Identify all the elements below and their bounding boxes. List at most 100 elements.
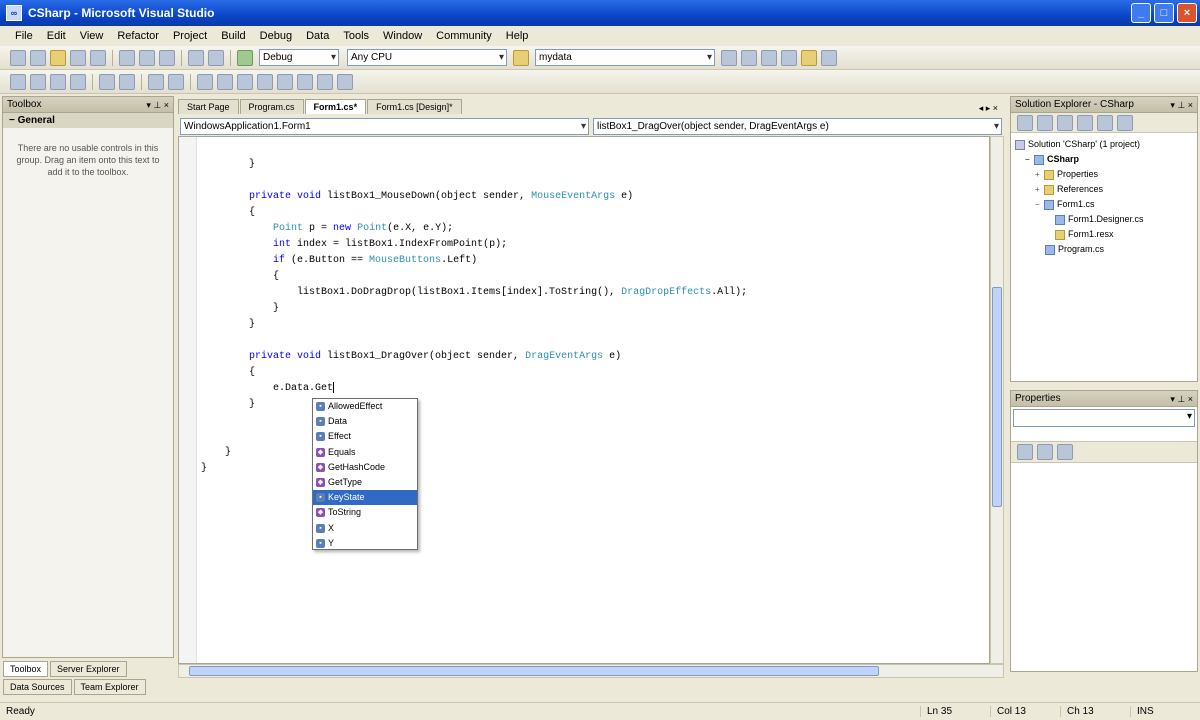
- add-item-icon[interactable]: [30, 49, 46, 66]
- menu-debug[interactable]: Debug: [253, 30, 299, 42]
- increase-indent-icon[interactable]: [119, 73, 135, 90]
- next-bookmark-in-document-icon[interactable]: [337, 73, 353, 90]
- new-project-icon[interactable]: [10, 49, 26, 66]
- menu-window[interactable]: Window: [376, 30, 429, 42]
- properties-window-icon[interactable]: [761, 49, 777, 66]
- toolbox-icon[interactable]: [801, 49, 817, 66]
- comment-lines-icon[interactable]: [148, 73, 164, 90]
- menu-community[interactable]: Community: [429, 30, 499, 42]
- member-dropdown[interactable]: listBox1_DragOver(object sender, DragEve…: [593, 117, 1002, 135]
- view-class-diagram-icon[interactable]: [1117, 114, 1133, 131]
- copy-icon[interactable]: [139, 49, 155, 66]
- tree-node-references[interactable]: + References: [1015, 182, 1193, 197]
- menu-tools[interactable]: Tools: [336, 30, 376, 42]
- menu-view[interactable]: View: [73, 30, 111, 42]
- categorized-icon[interactable]: [1017, 444, 1033, 460]
- redo-icon[interactable]: [208, 49, 224, 66]
- previous-bookmark-in-document-icon[interactable]: [317, 73, 333, 90]
- tree-node-form1-resx[interactable]: Form1.resx: [1015, 227, 1193, 242]
- open-file-icon[interactable]: [50, 49, 66, 66]
- tree-node-solution[interactable]: Solution 'CSharp' (1 project): [1015, 137, 1193, 152]
- intellisense-item[interactable]: ▪ AllowedEffect: [313, 399, 417, 414]
- menu-edit[interactable]: Edit: [40, 30, 73, 42]
- save-all-icon[interactable]: [90, 49, 106, 66]
- intellisense-item[interactable]: ▪ X: [313, 521, 417, 536]
- intellisense-item[interactable]: ◆ GetHashCode: [313, 460, 417, 475]
- object-selector[interactable]: [1013, 409, 1195, 427]
- start-page-icon[interactable]: [821, 49, 837, 66]
- tab-program-cs[interactable]: Program.cs: [239, 99, 304, 114]
- cut-icon[interactable]: [119, 49, 135, 66]
- menu-file[interactable]: File: [8, 30, 40, 42]
- type-dropdown[interactable]: WindowsApplication1.Form1: [180, 117, 589, 135]
- tree-node-project[interactable]: − CSharp: [1015, 152, 1193, 167]
- tree-node-properties[interactable]: + Properties: [1015, 167, 1193, 182]
- expand-icon[interactable]: +: [1035, 167, 1044, 182]
- previous-bookmark-icon[interactable]: [217, 73, 233, 90]
- scroll-thumb[interactable]: [189, 666, 879, 676]
- display-object-member-list-icon[interactable]: [10, 73, 26, 90]
- intellisense-item[interactable]: ◆ GetType: [313, 475, 417, 490]
- previous-bookmark-in-folder-icon[interactable]: [277, 73, 293, 90]
- intellisense-item[interactable]: ▪ Y: [313, 536, 417, 551]
- editor-horizontal-scrollbar[interactable]: [178, 664, 1004, 678]
- menu-project[interactable]: Project: [166, 30, 214, 42]
- pin-icon[interactable]: ▾ ⊥ ×: [1170, 391, 1193, 407]
- minimize-button[interactable]: _: [1131, 3, 1151, 23]
- menu-data[interactable]: Data: [299, 30, 336, 42]
- save-icon[interactable]: [70, 49, 86, 66]
- close-document-icon[interactable]: ◂ ▸ ×: [979, 103, 1004, 114]
- display-parameter-info-icon[interactable]: [30, 73, 46, 90]
- display-word-completion-icon[interactable]: [70, 73, 86, 90]
- tree-node-program[interactable]: Program.cs: [1015, 242, 1193, 257]
- start-debugging-icon[interactable]: [237, 49, 253, 66]
- undo-icon[interactable]: [188, 49, 204, 66]
- find-combo[interactable]: mydata: [535, 49, 715, 66]
- view-designer-icon[interactable]: [1097, 114, 1113, 131]
- uncomment-lines-icon[interactable]: [168, 73, 184, 90]
- close-button[interactable]: ×: [1177, 3, 1197, 23]
- display-quick-info-icon[interactable]: [50, 73, 66, 90]
- editor-vertical-scrollbar[interactable]: [990, 136, 1004, 664]
- decrease-indent-icon[interactable]: [99, 73, 115, 90]
- find-icon[interactable]: [513, 49, 529, 66]
- view-code-icon[interactable]: [1077, 114, 1093, 131]
- maximize-button[interactable]: □: [1154, 3, 1174, 23]
- menu-refactor[interactable]: Refactor: [110, 30, 166, 42]
- clear-bookmarks-icon[interactable]: [257, 73, 273, 90]
- properties-icon[interactable]: [1017, 114, 1033, 131]
- intellisense-item[interactable]: ◆ Equals: [313, 445, 417, 460]
- tab-toolbox[interactable]: Toolbox: [3, 661, 49, 677]
- tree-node-form1[interactable]: − Form1.cs: [1015, 197, 1193, 212]
- tab-team-explorer[interactable]: Team Explorer: [73, 679, 146, 695]
- toolbox-group-general[interactable]: − General: [3, 113, 173, 128]
- intellisense-item[interactable]: ▪ Effect: [313, 429, 417, 444]
- solution-explorer-icon[interactable]: [741, 49, 757, 66]
- scroll-thumb[interactable]: [992, 287, 1002, 507]
- intellisense-list[interactable]: ▪ AllowedEffect ▪ Data ▪ Effect ◆ Equals ◆ Ge…: [312, 398, 418, 550]
- intellisense-item[interactable]: ▪ Data: [313, 414, 417, 429]
- next-bookmark-icon[interactable]: [237, 73, 253, 90]
- intellisense-item-selected[interactable]: ▪ KeyState: [313, 490, 417, 506]
- code-editor[interactable]: } private void listBox1_MouseDown(object…: [178, 136, 990, 664]
- property-pages-icon[interactable]: [1057, 444, 1073, 460]
- find-in-files-icon[interactable]: [721, 49, 737, 66]
- toggle-bookmark-icon[interactable]: [197, 73, 213, 90]
- collapse-icon[interactable]: −: [1035, 197, 1044, 212]
- menu-build[interactable]: Build: [214, 30, 252, 42]
- tab-form1-design[interactable]: Form1.cs [Design]*: [367, 99, 462, 114]
- solution-platform-select[interactable]: Any CPU: [347, 49, 507, 66]
- show-all-files-icon[interactable]: [1037, 114, 1053, 131]
- next-bookmark-in-folder-icon[interactable]: [297, 73, 313, 90]
- alphabetical-icon[interactable]: [1037, 444, 1053, 460]
- paste-icon[interactable]: [159, 49, 175, 66]
- solution-tree[interactable]: Solution 'CSharp' (1 project) − CSharp + P…: [1011, 133, 1197, 261]
- tab-data-sources[interactable]: Data Sources: [3, 679, 72, 695]
- object-browser-icon[interactable]: [781, 49, 797, 66]
- tab-server-explorer[interactable]: Server Explorer: [50, 661, 127, 677]
- tab-form1-cs[interactable]: Form1.cs*: [304, 99, 367, 114]
- expand-icon[interactable]: +: [1035, 182, 1044, 197]
- intellisense-item[interactable]: ◆ ToString: [313, 505, 417, 520]
- pin-icon[interactable]: ▾ ⊥ ×: [146, 97, 169, 113]
- refresh-icon[interactable]: [1057, 114, 1073, 131]
